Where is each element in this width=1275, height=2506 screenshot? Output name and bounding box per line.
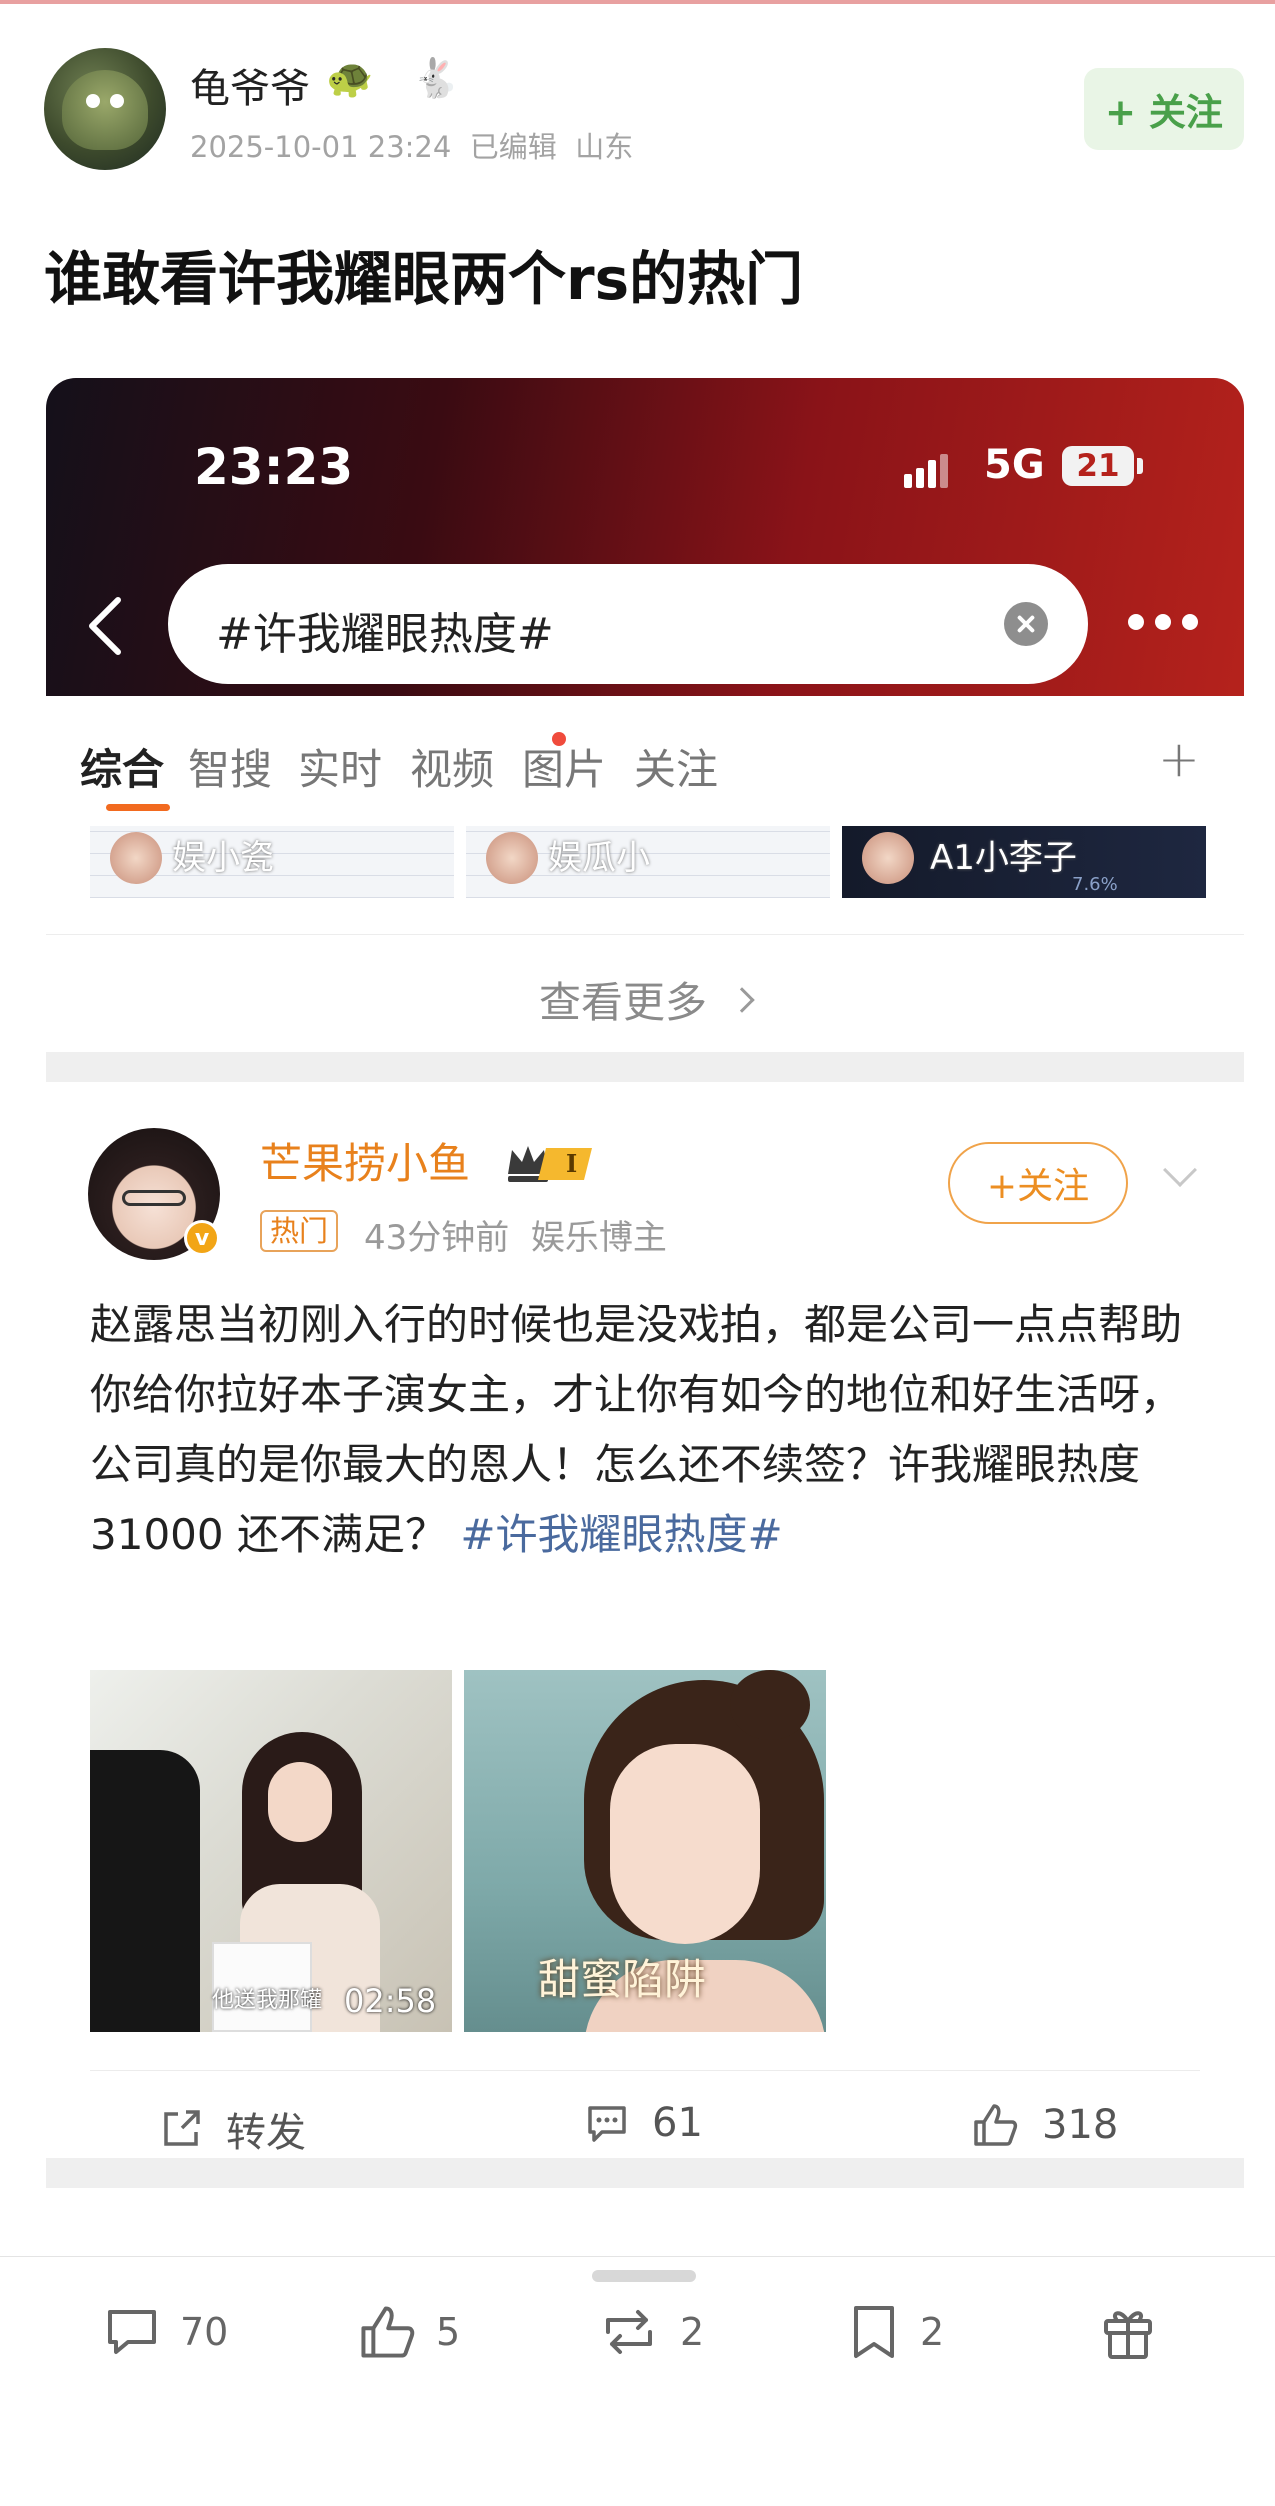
see-more-label: 查看更多: [538, 978, 707, 1027]
active-tab-underline: [106, 804, 170, 811]
toolbar-repost-button[interactable]: 2: [596, 2296, 704, 2368]
section-divider: [46, 1052, 1244, 1082]
thumbs-up-icon: [974, 2104, 1018, 2146]
see-more-link[interactable]: 查看更多: [46, 934, 1244, 1064]
member-crown-icon: I: [508, 1146, 592, 1182]
user-avatar[interactable]: [44, 48, 166, 170]
tab-smart-search[interactable]: 智搜: [188, 736, 272, 797]
gift-icon: [1104, 2311, 1152, 2359]
thumbnail-stat: 7.6%: [1072, 874, 1118, 895]
drag-handle[interactable]: [592, 2270, 696, 2282]
comment-count: 61: [652, 2100, 703, 2146]
card-bottom-divider: [46, 2158, 1244, 2188]
level-label: I: [566, 1149, 577, 1178]
post-edited-flag: 已编辑: [469, 130, 557, 164]
toolbar-comment-button[interactable]: 70: [102, 2296, 228, 2368]
toolbar-gift-button[interactable]: [1098, 2296, 1176, 2368]
comment-button[interactable]: 61: [584, 2100, 703, 2146]
search-header: 23:23 5G 21 #许我耀眼热度#: [46, 378, 1244, 696]
tab-comprehensive[interactable]: 综合: [80, 736, 164, 797]
thumbnail-card[interactable]: 娱小瓷: [90, 826, 454, 898]
author-name[interactable]: 芒果捞小鱼: [260, 1130, 470, 1191]
post-timestamp: 2025-10-01 23:24: [190, 130, 452, 164]
toolbar-favorite-button[interactable]: 2: [846, 2296, 944, 2368]
user-name[interactable]: 龟爷爷: [190, 56, 310, 114]
follow-button[interactable]: + 关注: [1084, 68, 1244, 150]
chevron-down-icon[interactable]: [1163, 1153, 1197, 1187]
bookmark-icon: [854, 2306, 894, 2358]
repost-arrows-icon: [606, 2310, 652, 2354]
thumbnail-card[interactable]: A1小李子 7.6%: [842, 826, 1206, 898]
toolbar-divider: [0, 2256, 1275, 2257]
tab-following[interactable]: 关注: [634, 736, 718, 797]
thumbs-up-icon: [361, 2306, 415, 2358]
rabbit-emoji-icon: 🐇: [412, 56, 460, 100]
toolbar-like-button[interactable]: 5: [356, 2296, 460, 2368]
comment-icon: [588, 2106, 626, 2142]
avatar-turtle-image: [62, 70, 148, 150]
card-follow-button[interactable]: +关注: [948, 1142, 1128, 1224]
thumbnail-card[interactable]: 娱瓜小: [466, 826, 830, 898]
post-title: 谁敢看许我耀眼两个rs的热门: [44, 245, 804, 313]
tab-video[interactable]: 视频: [410, 736, 494, 797]
network-label: 5G: [984, 442, 1045, 488]
share-icon: [164, 2110, 200, 2146]
card-divider: [90, 2070, 1200, 2071]
comment-bubble-icon: [108, 2310, 156, 2354]
turtle-emoji-icon: 🐢: [326, 56, 374, 100]
status-time: 23:23: [194, 438, 354, 496]
toolbar-favorite-count: 2: [920, 2310, 945, 2354]
post-time: 43分钟前: [364, 1218, 510, 1258]
search-query-text: #许我耀眼热度#: [216, 609, 554, 660]
toolbar-repost-count: 2: [680, 2310, 705, 2354]
post-location: 山东: [575, 130, 634, 164]
signal-icon: [904, 450, 960, 488]
repost-label: 转发: [226, 2110, 306, 2156]
add-tab-icon[interactable]: +: [1158, 730, 1200, 788]
more-dots-icon[interactable]: [1128, 614, 1198, 630]
toolbar-like-count: 5: [436, 2310, 461, 2354]
clear-icon[interactable]: [1004, 602, 1048, 646]
card-body-text: 赵露思当初刚入行的时候也是没戏拍，都是公司一点点帮助你给你拉好本子演女主，才让你…: [90, 1290, 1220, 1570]
search-tabs: 综合 智搜 实时 视频 图片 关注 +: [46, 696, 1244, 826]
like-count: 318: [1042, 2102, 1119, 2148]
verified-badge-icon: v: [184, 1220, 220, 1256]
thumbnail-label: 娱小瓷: [172, 838, 274, 878]
top-edge-line: [0, 0, 1275, 4]
search-input[interactable]: #许我耀眼热度#: [168, 564, 1088, 684]
repost-button[interactable]: 转发: [158, 2100, 306, 2158]
embedded-screenshot[interactable]: 23:23 5G 21 #许我耀眼热度# 综合 智搜 实时 视频 图片 关注 +…: [46, 378, 1244, 2218]
video-subtitle: 他送我那罐: [212, 1988, 323, 2013]
battery-icon: 21: [1062, 446, 1134, 486]
hashtag-link[interactable]: #许我耀眼热度#: [460, 1510, 782, 1559]
like-button[interactable]: 318: [970, 2100, 1118, 2150]
video-duration: 02:58: [344, 1982, 437, 2020]
thumbnail-label: A1小李子: [930, 838, 1077, 878]
image-caption: 甜蜜陷阱: [538, 1955, 707, 2004]
video-thumbnail[interactable]: 他送我那罐 02:58: [90, 1670, 452, 2032]
image-thumbnail[interactable]: 甜蜜陷阱: [464, 1670, 826, 2032]
thumbnail-label: 娱瓜小: [548, 838, 650, 878]
chevron-right-icon: [729, 986, 755, 1013]
tab-realtime[interactable]: 实时: [298, 736, 382, 797]
toolbar-comment-count: 70: [180, 2310, 229, 2354]
author-meta: 43分钟前 娱乐博主: [364, 1210, 667, 1259]
back-arrow-icon[interactable]: [82, 594, 130, 658]
post-meta: 2025-10-01 23:24 已编辑 山东: [190, 124, 633, 166]
tab-images[interactable]: 图片: [522, 736, 606, 797]
author-role: 娱乐博主: [530, 1218, 667, 1258]
hot-tag-badge: 热门: [260, 1210, 339, 1252]
